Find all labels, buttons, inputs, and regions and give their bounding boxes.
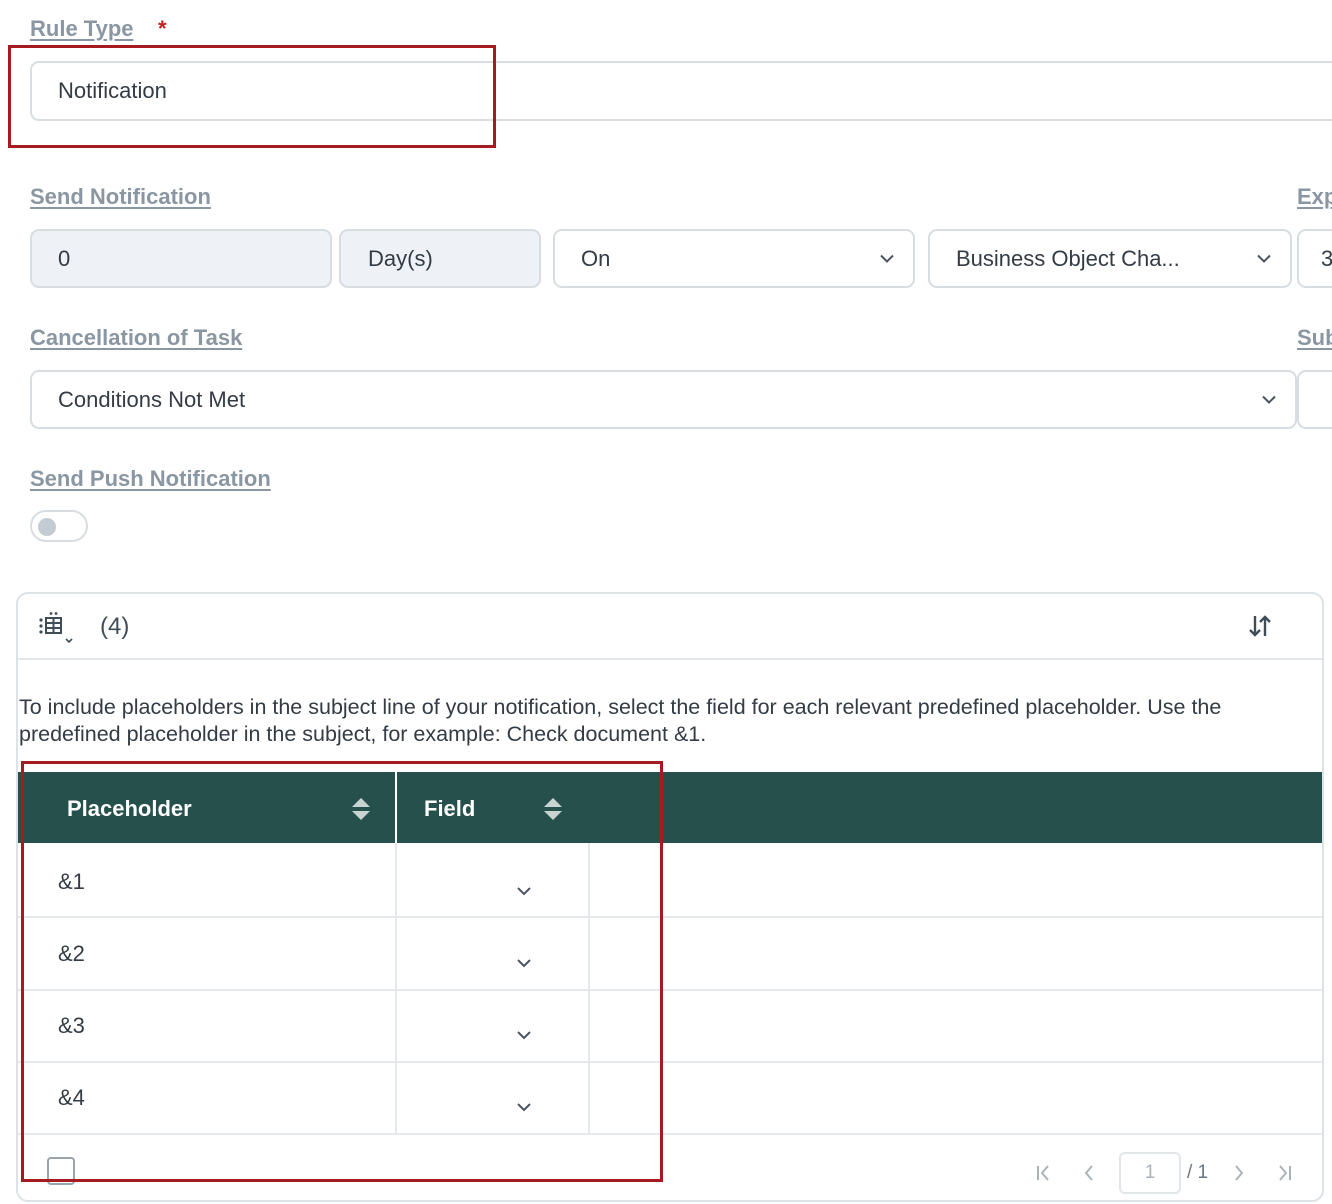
offset-amount-value: 0 — [58, 245, 71, 271]
prev-page-icon[interactable] — [1081, 1163, 1097, 1183]
chevron-down-icon — [1257, 254, 1271, 263]
sub-label-partial: Sub — [1297, 325, 1332, 350]
send-notification-label: Send Notification — [30, 184, 211, 209]
rule-type-label: Rule Type — [30, 16, 134, 41]
exp-label-partial: Exp — [1297, 184, 1332, 209]
row-count: (4) — [100, 613, 130, 640]
push-notification-toggle[interactable] — [30, 510, 88, 542]
offset-unit-value: Day(s) — [368, 245, 433, 271]
cancellation-select[interactable]: Conditions Not Met — [30, 370, 1297, 429]
last-page-icon[interactable] — [1276, 1163, 1294, 1183]
page-input-value: 1 — [1144, 1162, 1156, 1183]
highlight-box-rule-type — [8, 45, 496, 148]
page-input[interactable]: 1 — [1119, 1152, 1181, 1194]
timing-value: On — [581, 245, 611, 271]
required-marker: * — [158, 16, 167, 41]
chevron-down-icon — [1262, 395, 1276, 404]
table-description: To include placeholders in the subject l… — [19, 695, 1222, 746]
offset-amount-field[interactable]: 0 — [30, 229, 332, 288]
expiration-value-partial: 3 — [1321, 246, 1332, 272]
page-total: / 1 — [1187, 1162, 1209, 1183]
offset-unit-field[interactable]: Day(s) — [339, 229, 541, 288]
highlight-box-table — [21, 761, 663, 1182]
toolbar-divider — [18, 658, 1322, 660]
expiration-field-partial[interactable]: 3 — [1297, 229, 1332, 288]
push-notification-label: Send Push Notification — [30, 466, 271, 491]
timing-select[interactable]: On — [553, 229, 915, 288]
subject-field-partial[interactable] — [1297, 370, 1332, 429]
next-page-icon[interactable] — [1231, 1163, 1247, 1183]
toggle-knob — [38, 518, 56, 536]
cancellation-label: Cancellation of Task — [30, 325, 243, 350]
event-select[interactable]: Business Object Cha... — [928, 229, 1292, 288]
sort-icon[interactable] — [1248, 613, 1272, 639]
table-settings-icon[interactable] — [38, 611, 74, 645]
event-value: Business Object Cha... — [956, 245, 1180, 271]
cancellation-value: Conditions Not Met — [58, 386, 246, 412]
chevron-down-icon — [880, 254, 894, 263]
first-page-icon[interactable] — [1034, 1163, 1052, 1183]
